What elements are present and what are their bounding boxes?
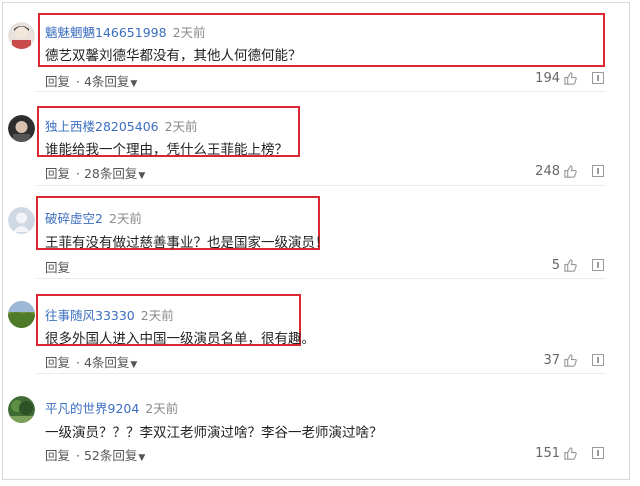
report-icon[interactable]: [592, 165, 604, 177]
timestamp: 2天前: [145, 401, 179, 416]
chevron-down-icon: ▼: [130, 79, 138, 89]
report-icon[interactable]: [592, 72, 604, 84]
comment-text: 一级演员？？？李双江老师演过啥？李谷一老师演过啥？: [45, 425, 383, 441]
chevron-down-icon: ▼: [138, 453, 146, 463]
replies-count-label: · 28条回复: [76, 166, 138, 181]
avatar[interactable]: [8, 207, 35, 234]
comment-actions: 回复 · 52条回复▼: [45, 445, 145, 464]
timestamp: 2天前: [140, 308, 174, 323]
view-replies-button[interactable]: · 28条回复▼: [76, 166, 145, 181]
timestamp: 2天前: [108, 211, 142, 226]
avatar[interactable]: [8, 115, 35, 142]
thumb-up-icon[interactable]: [563, 71, 578, 86]
username-link[interactable]: 往事随风33330: [45, 308, 135, 323]
chevron-down-icon: ▼: [130, 360, 138, 370]
comment-tools: 5: [552, 257, 604, 273]
avatar[interactable]: [8, 301, 35, 328]
replies-count-label: · 4条回复: [76, 74, 130, 89]
timestamp: 2天前: [164, 119, 198, 134]
view-replies-button[interactable]: · 4条回复▼: [76, 355, 137, 370]
comment-actions: 回复 · 28条回复▼: [45, 163, 145, 182]
comment-item: 魑魅魍魉146651998 2天前 德艺双馨刘德华都没有，其他人何德何能？ 回复…: [0, 0, 640, 92]
divider: [36, 185, 606, 186]
reply-button[interactable]: 回复: [45, 74, 70, 89]
comment-actions: 回复: [45, 257, 70, 276]
thumb-up-icon[interactable]: [563, 258, 578, 273]
comment-actions: 回复 · 4条回复▼: [45, 71, 137, 90]
chevron-down-icon: ▼: [138, 171, 146, 181]
comment-text: 德艺双馨刘德华都没有，其他人何德何能？: [45, 48, 302, 64]
comment-text: 谁能给我一个理由，凭什么王菲能上榜？: [45, 142, 288, 158]
like-count: 37: [543, 352, 560, 368]
comment-meta: 魑魅魍魉146651998 2天前: [45, 22, 206, 41]
report-icon[interactable]: [592, 447, 604, 459]
replies-count-label: · 52条回复: [76, 448, 138, 463]
timestamp: 2天前: [172, 25, 206, 40]
username-link[interactable]: 平凡的世界9204: [45, 401, 139, 416]
comment-actions: 回复 · 4条回复▼: [45, 352, 137, 371]
report-icon[interactable]: [592, 259, 604, 271]
view-replies-button[interactable]: · 4条回复▼: [76, 74, 137, 89]
divider: [36, 278, 606, 279]
like-count: 248: [535, 163, 560, 179]
avatar[interactable]: [8, 396, 35, 423]
divider: [36, 91, 606, 92]
username-link[interactable]: 魑魅魍魉146651998: [45, 25, 167, 40]
like-count: 5: [551, 257, 560, 273]
replies-count-label: · 4条回复: [76, 355, 130, 370]
comment-tools: 194: [535, 70, 604, 86]
comment-meta: 独上西楼28205406 2天前: [45, 116, 198, 135]
comment-item: 独上西楼28205406 2天前 谁能给我一个理由，凭什么王菲能上榜？ 回复 ·…: [0, 94, 640, 186]
comment-meta: 破碎虚空2 2天前: [45, 208, 142, 227]
comment-text: 王菲有没有做过慈善事业？也是国家一级演员！: [45, 235, 329, 251]
comment-meta: 往事随风33330 2天前: [45, 305, 174, 324]
thumb-up-icon[interactable]: [563, 353, 578, 368]
comment-tools: 37: [543, 352, 604, 368]
comment-text: 很多外国人进入中国一级演员名单，很有趣。: [45, 331, 315, 347]
comment-item: 往事随风33330 2天前 很多外国人进入中国一级演员名单，很有趣。 回复 · …: [0, 281, 640, 374]
comment-item: 平凡的世界9204 2天前 一级演员？？？李双江老师演过啥？李谷一老师演过啥？ …: [0, 374, 640, 466]
comment-meta: 平凡的世界9204 2天前: [45, 398, 178, 417]
comment-tools: 248: [535, 163, 604, 179]
reply-button[interactable]: 回复: [45, 448, 70, 463]
reply-button[interactable]: 回复: [45, 166, 70, 181]
username-link[interactable]: 破碎虚空2: [45, 211, 103, 226]
thumb-up-icon[interactable]: [563, 446, 578, 461]
reply-button[interactable]: 回复: [45, 355, 70, 370]
avatar[interactable]: [8, 22, 35, 49]
thumb-up-icon[interactable]: [563, 164, 578, 179]
username-link[interactable]: 独上西楼28205406: [45, 119, 159, 134]
report-icon[interactable]: [592, 354, 604, 366]
reply-button[interactable]: 回复: [45, 260, 70, 275]
like-count: 194: [535, 70, 560, 86]
like-count: 151: [535, 445, 560, 461]
comment-item: 破碎虚空2 2天前 王菲有没有做过慈善事业？也是国家一级演员！ 回复 5: [0, 187, 640, 279]
comment-tools: 151: [535, 445, 604, 461]
view-replies-button[interactable]: · 52条回复▼: [76, 448, 145, 463]
